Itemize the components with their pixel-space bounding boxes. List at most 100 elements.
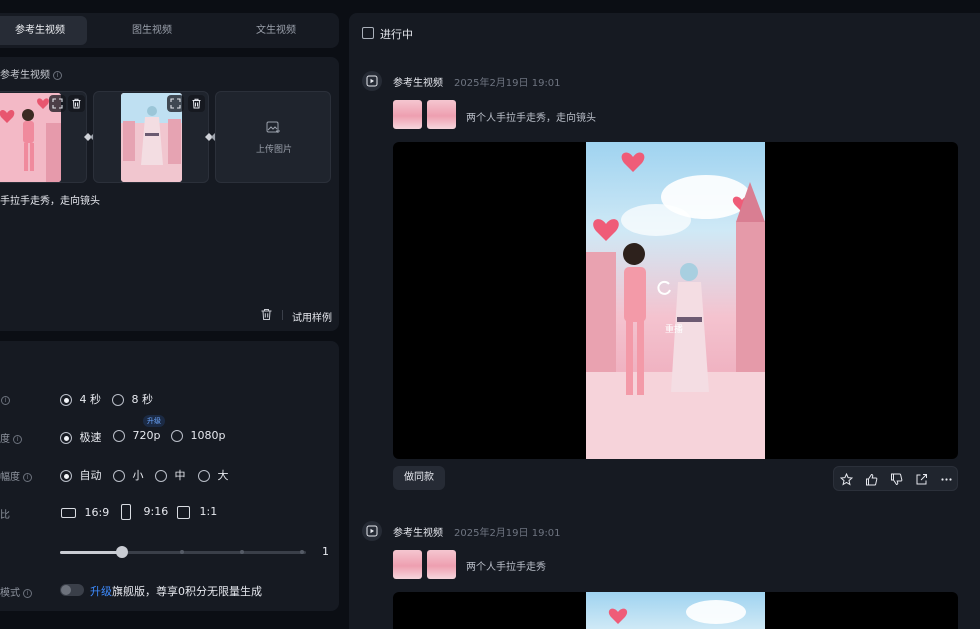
ratio-portrait-icon xyxy=(121,504,131,520)
reference-label-text: 参考生视频 xyxy=(0,70,50,81)
radio-unselected xyxy=(112,394,124,406)
duration-option-8s[interactable]: 8 秒 xyxy=(112,391,153,407)
delete-image-button-1[interactable] xyxy=(68,95,85,112)
motion-option-small[interactable]: 小 xyxy=(113,467,144,483)
info-icon[interactable]: i xyxy=(23,588,32,598)
thumbs-down-icon xyxy=(891,473,903,485)
ratio-option-9-16[interactable]: 9:16 xyxy=(121,504,168,520)
crop-button-1[interactable] xyxy=(49,95,66,112)
motion-option-large[interactable]: 大 xyxy=(198,467,229,483)
duration-option-4s[interactable]: 4 秒 xyxy=(60,391,101,407)
radio-selected xyxy=(60,470,72,482)
ratio-landscape-icon xyxy=(61,508,76,518)
info-icon[interactable]: i xyxy=(1,395,10,405)
count-slider-fill xyxy=(60,551,122,554)
feedback-actions xyxy=(833,466,958,491)
replay-icon xyxy=(657,280,671,295)
crop-button-2[interactable] xyxy=(167,95,184,112)
item-1-title: 参考生视频 xyxy=(393,78,443,89)
more-icon xyxy=(941,477,952,481)
reference-image-card-2[interactable] xyxy=(93,91,209,183)
slider-step-dot xyxy=(300,550,304,554)
trash-icon xyxy=(261,309,272,320)
motion-option-medium[interactable]: 中 xyxy=(155,467,186,483)
upgrade-link[interactable]: 升级 xyxy=(90,585,112,598)
item-1-prompt: 两个人手拉手走秀，走向镜头 xyxy=(466,113,596,124)
dislike-button[interactable] xyxy=(884,467,909,491)
video-type-avatar xyxy=(362,521,382,541)
delete-image-button-2[interactable] xyxy=(188,95,205,112)
motion-label: 幅度 i xyxy=(0,468,32,483)
info-icon[interactable]: i xyxy=(53,70,62,80)
speed-label: 度i xyxy=(0,430,22,445)
item-2-video-player[interactable] xyxy=(393,592,958,629)
tab-text-to-video[interactable]: 文生视频 xyxy=(226,16,326,45)
make-same-button[interactable]: 做同款 xyxy=(393,466,445,490)
radio-unselected xyxy=(113,430,125,442)
in-progress-checkbox[interactable] xyxy=(362,27,374,39)
item-2-title: 参考生视频 xyxy=(393,528,443,539)
item-2-video-frame xyxy=(586,592,765,629)
ratio-option-1-1[interactable]: 1:1 xyxy=(177,505,217,519)
replay-label[interactable]: 重播 xyxy=(665,322,683,335)
info-icon[interactable]: i xyxy=(13,434,22,444)
radio-selected xyxy=(60,394,72,406)
reference-section-label: 参考生视频 i xyxy=(0,66,62,81)
item-1-ref-thumb-1[interactable] xyxy=(393,100,422,129)
upgrade-mode-description: 旗舰版，尊享0积分无限量生成 xyxy=(112,585,262,598)
info-icon[interactable]: i xyxy=(23,472,32,482)
share-button[interactable] xyxy=(909,467,934,491)
item-2-ref-thumb-1[interactable] xyxy=(393,550,422,579)
radio-unselected xyxy=(198,470,210,482)
clear-prompt-button[interactable] xyxy=(260,308,274,322)
mode-toggle-knob xyxy=(61,585,71,595)
video-type-avatar xyxy=(362,71,382,91)
ratio-option-16-9[interactable]: 16:9 xyxy=(61,506,109,519)
in-progress-label: 进行中 xyxy=(380,28,413,41)
ratio-label: 比 xyxy=(0,510,10,521)
image-upload-icon xyxy=(266,121,280,133)
item-2-video-art xyxy=(608,600,746,624)
tab-reference-video[interactable]: 参考生视频 xyxy=(0,16,87,45)
duration-label: i xyxy=(0,393,10,406)
item-2-prompt: 两个人手拉手走秀 xyxy=(466,562,546,573)
divider xyxy=(282,310,283,320)
share-icon xyxy=(916,473,927,484)
crop-icon xyxy=(52,98,63,109)
trash-icon xyxy=(192,98,201,109)
item-2-ref-thumb-2[interactable] xyxy=(427,550,456,579)
item-1-timestamp: 2025年2月19日 19:01 xyxy=(454,78,561,89)
upload-image-button[interactable]: 上传图片 xyxy=(215,91,331,183)
like-button[interactable] xyxy=(859,467,884,491)
radio-selected xyxy=(60,432,72,444)
item-1-video-frame: 重播 xyxy=(586,142,765,459)
item-2-timestamp: 2025年2月19日 19:01 xyxy=(454,528,561,539)
reference-image-card-1[interactable] xyxy=(0,91,87,183)
slider-step-dot xyxy=(180,550,184,554)
count-slider-handle[interactable] xyxy=(116,546,128,558)
mode-tabs: 参考生视频 图生视频 文生视频 xyxy=(0,13,339,48)
app-root: 参考生视频 图生视频 文生视频 参考生视频 i 上传图片 手拉手走秀，走向镜头 … xyxy=(0,0,980,629)
prompt-textarea[interactable]: 手拉手走秀，走向镜头 xyxy=(0,192,100,207)
slider-step-dot xyxy=(240,550,244,554)
try-sample-button[interactable]: 试用样例 xyxy=(292,309,332,324)
radio-unselected xyxy=(113,470,125,482)
tab-image-to-video[interactable]: 图生视频 xyxy=(102,16,202,45)
upgrade-mode-text: 升级旗舰版，尊享0积分无限量生成 xyxy=(90,583,262,599)
speed-option-720p[interactable]: 720p xyxy=(113,429,160,442)
item-1-video-art xyxy=(586,152,765,459)
favorite-button[interactable] xyxy=(834,467,859,491)
star-icon xyxy=(840,472,853,486)
crop-icon xyxy=(170,98,181,109)
speed-option-fast[interactable]: 极速 xyxy=(60,429,102,445)
thumbs-up-icon xyxy=(866,473,878,485)
motion-option-auto[interactable]: 自动 xyxy=(60,467,102,483)
mode-toggle[interactable] xyxy=(60,584,84,596)
speed-option-1080p[interactable]: 1080p xyxy=(171,429,225,442)
video-icon xyxy=(366,75,378,87)
mode-label: 模式 i xyxy=(0,584,32,599)
item-1-ref-thumb-2[interactable] xyxy=(427,100,456,129)
more-button[interactable] xyxy=(934,467,959,491)
item-1-video-player[interactable]: 重播 xyxy=(393,142,958,459)
trash-icon xyxy=(72,98,81,109)
